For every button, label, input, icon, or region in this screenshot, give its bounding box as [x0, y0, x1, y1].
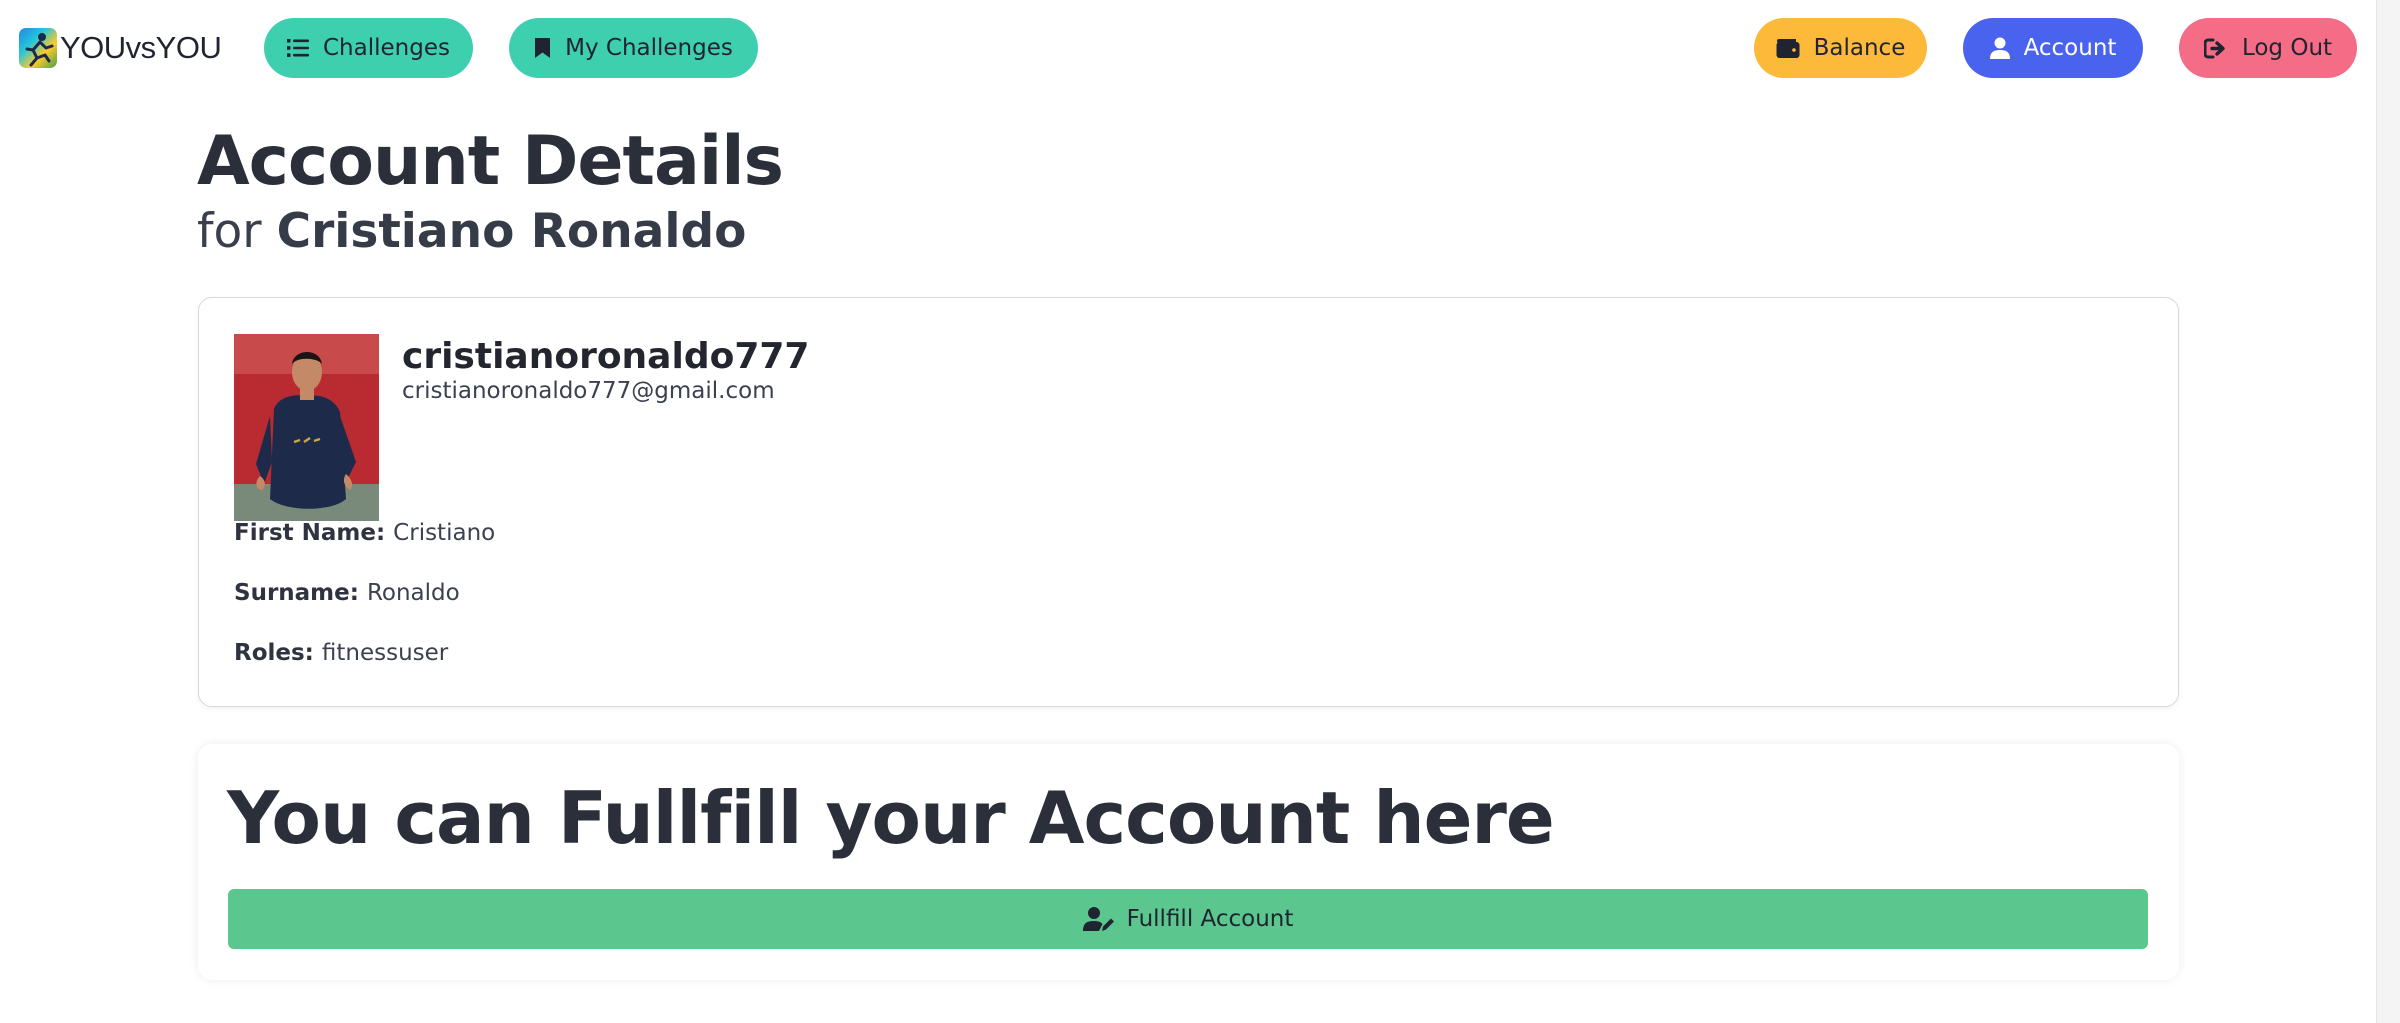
page-subtitle: for Cristiano Ronaldo: [197, 204, 746, 259]
challenges-label: Challenges: [323, 35, 450, 61]
surname-label: Surname:: [234, 580, 359, 606]
logout-label: Log Out: [2241, 35, 2333, 61]
fulfill-card: You can Fullfill your Account here Fullf…: [198, 744, 2179, 980]
roles-value: fitnessuser: [321, 640, 449, 666]
first-name-label: First Name:: [234, 520, 386, 546]
account-label: Account: [2023, 35, 2117, 61]
my-challenges-label: My Challenges: [565, 35, 733, 61]
list-icon: [287, 39, 309, 57]
scrollbar[interactable]: [2376, 0, 2400, 1023]
balance-button[interactable]: Balance: [1754, 18, 1927, 78]
user-icon: [1989, 37, 2010, 59]
bookmark-icon: [535, 38, 551, 58]
my-challenges-button[interactable]: My Challenges: [509, 18, 758, 78]
page-title: Account Details: [197, 122, 784, 201]
fulfill-account-button[interactable]: Fullfill Account: [228, 889, 2148, 949]
brand-link[interactable]: YOUvsYOU: [19, 26, 222, 70]
first-name-row: First Name: Cristiano: [234, 520, 495, 546]
challenges-button[interactable]: Challenges: [264, 18, 473, 78]
profile-card: cristianoronaldo777 cristianoronaldo777@…: [198, 297, 2179, 707]
navbar: YOUvsYOU Challenges My Challenges Balanc…: [0, 0, 2376, 98]
fulfill-account-label: Fullfill Account: [1126, 906, 1294, 932]
profile-username: cristianoronaldo777: [402, 336, 810, 377]
wallet-icon: [1776, 38, 1800, 58]
avatar: [234, 334, 379, 521]
logout-button[interactable]: Log Out: [2179, 18, 2357, 78]
first-name-value: Cristiano: [393, 520, 496, 546]
roles-label: Roles:: [234, 640, 314, 666]
sign-out-icon: [2203, 38, 2225, 58]
brand-name: YOUvsYOU: [60, 30, 222, 65]
user-edit-icon: [1082, 907, 1114, 931]
surname-value: Ronaldo: [366, 580, 460, 606]
balance-label: Balance: [1813, 35, 1906, 61]
roles-row: Roles: fitnessuser: [234, 640, 448, 666]
fulfill-title: You can Fullfill your Account here: [227, 776, 1555, 860]
runner-logo-icon: [19, 28, 57, 68]
surname-row: Surname: Ronaldo: [234, 580, 460, 606]
account-button[interactable]: Account: [1963, 18, 2143, 78]
subtitle-user-name: Cristiano Ronaldo: [276, 204, 747, 259]
subtitle-prefix: for: [197, 204, 262, 259]
profile-email: cristianoronaldo777@gmail.com: [402, 378, 775, 404]
